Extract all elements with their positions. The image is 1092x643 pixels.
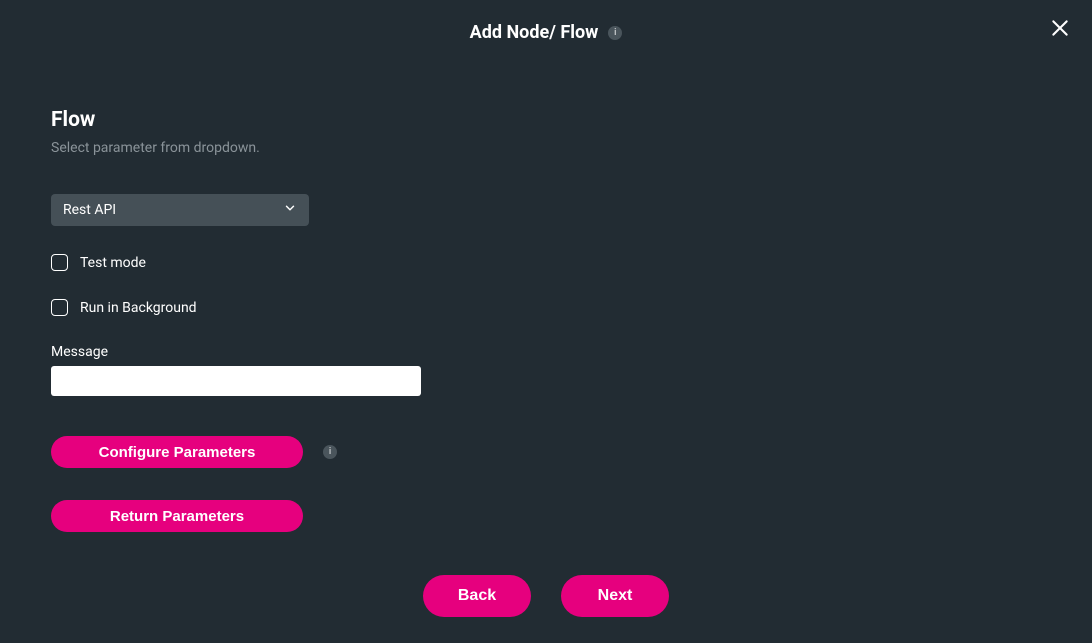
info-icon[interactable]: i (323, 445, 337, 459)
add-node-flow-modal: Add Node/ Flow i Flow Select parameter f… (0, 0, 1092, 643)
return-row: Return Parameters (51, 500, 471, 532)
back-button[interactable]: Back (423, 575, 531, 617)
modal-content: Flow Select parameter from dropdown. Res… (51, 108, 471, 564)
flow-type-dropdown[interactable]: Rest API (51, 194, 309, 226)
modal-title: Add Node/ Flow (470, 22, 599, 43)
message-label: Message (51, 344, 471, 360)
configure-row: Configure Parameters i (51, 436, 471, 468)
return-parameters-button[interactable]: Return Parameters (51, 500, 303, 532)
test-mode-checkbox[interactable] (51, 254, 68, 271)
close-icon (1050, 18, 1070, 42)
run-background-row: Run in Background (51, 299, 471, 316)
configure-parameters-button[interactable]: Configure Parameters (51, 436, 303, 468)
dropdown-selected-label: Rest API (63, 202, 116, 218)
test-mode-label: Test mode (80, 255, 146, 271)
message-input[interactable] (51, 366, 421, 396)
test-mode-row: Test mode (51, 254, 471, 271)
modal-header: Add Node/ Flow i (0, 22, 1092, 43)
info-icon[interactable]: i (608, 26, 622, 40)
modal-footer: Back Next (0, 575, 1092, 617)
run-background-checkbox[interactable] (51, 299, 68, 316)
run-background-label: Run in Background (80, 300, 197, 316)
close-button[interactable] (1046, 16, 1074, 44)
section-title: Flow (51, 108, 471, 132)
next-button[interactable]: Next (561, 575, 669, 617)
chevron-down-icon (283, 201, 297, 219)
section-subtitle: Select parameter from dropdown. (51, 140, 471, 156)
